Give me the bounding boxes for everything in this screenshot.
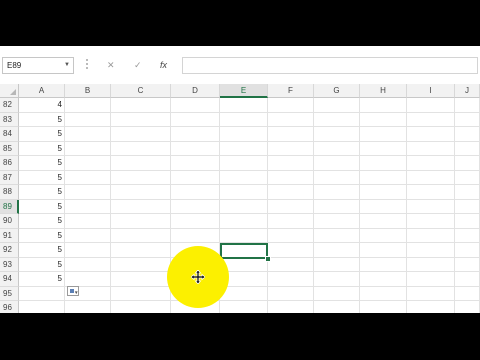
row-gridline xyxy=(19,169,480,171)
row-gridline xyxy=(19,184,480,185)
row-header-85[interactable]: 85 xyxy=(0,141,19,156)
column-gridline xyxy=(359,98,360,313)
row-gridline xyxy=(19,213,480,214)
row-gridline xyxy=(19,111,480,113)
row-header-83[interactable]: 83 xyxy=(0,112,19,127)
cell-a94[interactable]: 5 xyxy=(19,272,65,287)
row-header-89[interactable]: 89 xyxy=(0,199,19,214)
row-header-92[interactable]: 92 xyxy=(0,243,19,258)
select-all-button[interactable] xyxy=(0,84,19,98)
formula-input[interactable] xyxy=(182,57,478,74)
row-header-84[interactable]: 84 xyxy=(0,127,19,142)
cell-a95[interactable] xyxy=(19,287,65,302)
insert-function-button[interactable]: fx xyxy=(160,58,167,72)
row-gridline xyxy=(19,300,480,301)
cell-a88[interactable]: 5 xyxy=(19,185,65,200)
cell-a82[interactable]: 4 xyxy=(19,98,65,113)
cell-a83[interactable]: 5 xyxy=(19,113,65,128)
row-header-91[interactable]: 91 xyxy=(0,228,19,243)
column-header-b[interactable]: B xyxy=(65,84,111,98)
formula-bar: E89 ▼ ✕ ✓ fx xyxy=(0,46,480,85)
row-gridline xyxy=(19,227,480,229)
row-header-82[interactable]: 82 xyxy=(0,98,19,113)
column-header-i[interactable]: I xyxy=(407,84,455,98)
row-header-87[interactable]: 87 xyxy=(0,170,19,185)
cell-a84[interactable]: 5 xyxy=(19,127,65,142)
row-gridline xyxy=(19,285,480,287)
row-header-86[interactable]: 86 xyxy=(0,156,19,171)
row-header-90[interactable]: 90 xyxy=(0,214,19,229)
worksheet-grid[interactable]: ABCDEFGHIJ 82 4 83 5 84 5 85 5 86 5 87 5 88 5 89 5 90 5 91… xyxy=(0,84,480,313)
enter-icon[interactable]: ✓ xyxy=(134,58,142,72)
cell-a86[interactable]: 5 xyxy=(19,156,65,171)
column-gridline xyxy=(267,98,268,313)
column-header-f[interactable]: F xyxy=(268,84,314,98)
cell-a89[interactable]: 5 xyxy=(19,200,65,215)
cell-a87[interactable]: 5 xyxy=(19,171,65,186)
column-header-c[interactable]: C xyxy=(111,84,171,98)
row-header-93[interactable]: 93 xyxy=(0,257,19,272)
cell-a96[interactable] xyxy=(19,301,65,313)
column-gridline xyxy=(110,98,111,313)
chevron-down-icon[interactable]: ▼ xyxy=(64,58,70,73)
drag-handle-icon[interactable] xyxy=(86,59,89,71)
row-gridline xyxy=(19,155,480,156)
excel-window: E89 ▼ ✕ ✓ fx ABCDEFGHIJ 82 4 83 5 84 5 85 5 86 5 8… xyxy=(0,46,480,313)
column-header-e[interactable]: E xyxy=(220,84,268,98)
name-box[interactable]: E89 ▼ xyxy=(2,57,74,74)
move-cursor-icon xyxy=(191,270,205,284)
row-header-96[interactable]: 96 xyxy=(0,301,19,313)
column-header-g[interactable]: G xyxy=(314,84,360,98)
column-header-j[interactable]: J xyxy=(455,84,480,98)
cancel-icon[interactable]: ✕ xyxy=(107,58,115,72)
cell-a93[interactable]: 5 xyxy=(19,258,65,273)
row-header-95[interactable]: 95 xyxy=(0,286,19,301)
row-gridline xyxy=(19,126,480,127)
column-gridline xyxy=(313,98,314,313)
row-gridline xyxy=(19,198,480,200)
column-header-h[interactable]: H xyxy=(360,84,407,98)
row-gridline xyxy=(19,140,480,142)
column-gridline xyxy=(406,98,407,313)
row-header-94[interactable]: 94 xyxy=(0,272,19,287)
cell-a92[interactable]: 5 xyxy=(19,243,65,258)
column-header-d[interactable]: D xyxy=(171,84,220,98)
column-header-a[interactable]: A xyxy=(19,84,65,98)
name-box-value: E89 xyxy=(7,61,22,70)
cell-a90[interactable]: 5 xyxy=(19,214,65,229)
column-gridline xyxy=(454,98,455,313)
row-header-88[interactable]: 88 xyxy=(0,185,19,200)
row-gridline xyxy=(19,271,480,272)
selected-cell[interactable] xyxy=(220,243,268,259)
paste-options-icon[interactable]: ▾ xyxy=(67,286,79,296)
cell-a85[interactable]: 5 xyxy=(19,142,65,157)
fill-handle[interactable] xyxy=(265,256,271,262)
cell-a91[interactable]: 5 xyxy=(19,229,65,244)
